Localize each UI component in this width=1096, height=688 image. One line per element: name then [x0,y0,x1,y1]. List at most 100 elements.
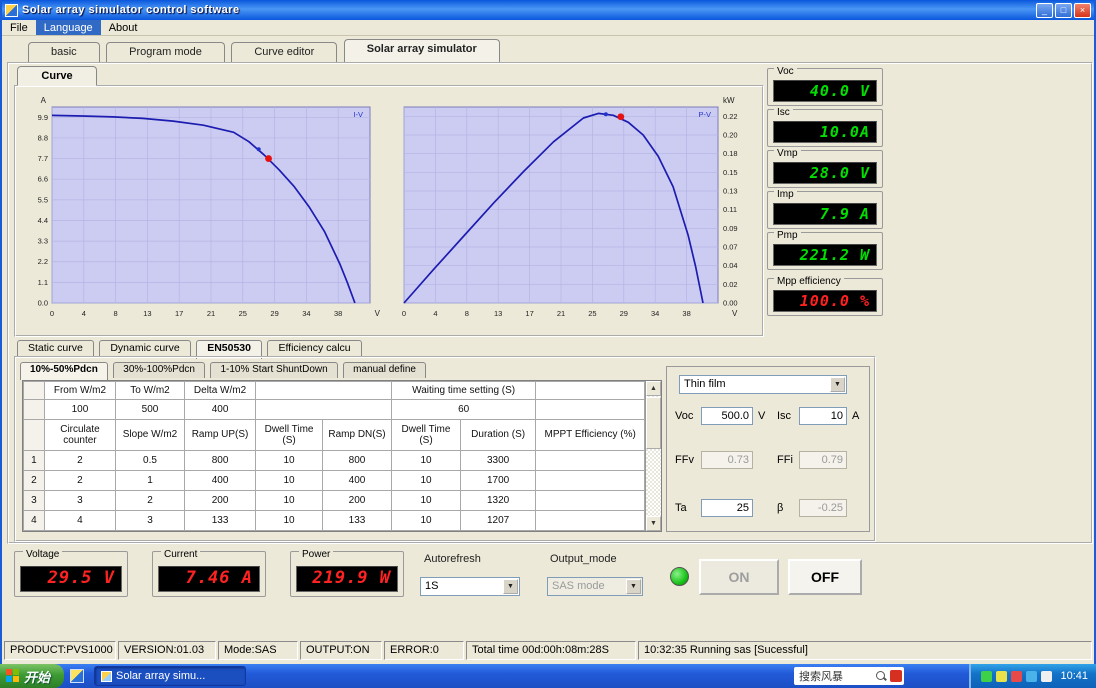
table-scrollbar[interactable]: ▲ ▼ [645,381,661,531]
maximize-button[interactable]: □ [1055,2,1072,18]
tray-icon[interactable] [1041,670,1053,682]
tab-1-10-start-shutdown[interactable]: 1-10% Start ShuntDown [210,362,338,378]
current-label: Current [161,550,201,560]
table-cell[interactable]: 10 [255,449,323,471]
tab-curve[interactable]: Curve [17,66,97,86]
isc-value: 10.0A [773,121,877,143]
table-cell[interactable]: 133 [322,509,392,532]
table-row[interactable]: 1 2 0.5 800 10 800 10 3300 [23,449,646,471]
isc-input[interactable] [799,407,847,425]
pmp-label: Pmp [774,231,801,241]
voc-input[interactable] [701,407,753,425]
status-product: PRODUCT:PVS1000 [4,641,116,660]
chevron-down-icon: ▼ [626,579,641,594]
table-cell[interactable]: 3300 [459,449,537,471]
table-cell[interactable] [535,509,646,532]
chevron-down-icon[interactable]: ▼ [503,579,518,594]
table-cell[interactable]: 10 [391,489,461,511]
tray-icon[interactable] [1011,670,1023,682]
from-value[interactable]: 100 [43,398,117,420]
tab-10-50-pdcn[interactable]: 10%-50%Pdcn [20,362,108,380]
table-cell[interactable]: 10 [255,469,323,491]
table-cell[interactable]: 10 [391,449,461,471]
autorefresh-select[interactable]: 1S ▼ [420,577,520,596]
table-cell[interactable]: 1 [115,469,185,491]
svg-text:0.09: 0.09 [723,224,738,233]
table-cell[interactable]: 800 [183,449,257,471]
svg-text:38: 38 [334,309,342,318]
table-cell[interactable]: 1207 [459,509,537,532]
col-to: To W/m2 [115,381,185,400]
autorefresh-label: Autorefresh [424,553,481,565]
taskbar-search-band[interactable]: 搜索风暴 [794,667,904,685]
film-type-select[interactable]: Thin film ▼ [679,375,847,394]
table-cell[interactable]: 0.5 [115,449,185,471]
table-cell[interactable]: 133 [183,509,257,532]
ta-input[interactable] [701,499,753,517]
waiting-value[interactable]: 60 [390,398,537,420]
close-button[interactable]: × [1074,2,1091,18]
table-cell[interactable]: 4 [43,509,117,532]
table-cell[interactable]: 800 [322,449,392,471]
menu-about[interactable]: About [101,20,146,35]
table-cell[interactable]: 10 [255,489,323,511]
minimize-button[interactable]: _ [1036,2,1053,18]
delta-value[interactable]: 400 [183,398,257,420]
table-cell[interactable]: 2 [43,449,117,471]
table-row[interactable]: 4 4 3 133 10 133 10 1207 [23,509,646,532]
isc-param-label: Isc [777,410,792,422]
film-type-value: Thin film [684,378,726,390]
tray-icon[interactable] [996,670,1008,682]
tray-icon[interactable] [1026,670,1038,682]
quick-launch-icon[interactable] [70,669,85,683]
svg-text:0.00: 0.00 [723,299,738,308]
off-button[interactable]: OFF [788,559,862,595]
ffv-label: FFv [675,454,694,466]
table-cell[interactable]: 1320 [459,489,537,511]
tab-static-curve[interactable]: Static curve [17,340,94,357]
scroll-up-icon[interactable]: ▲ [646,381,661,396]
table-cell[interactable]: 2 [115,489,185,511]
table-cell[interactable]: 3 [43,489,117,511]
tab-30-100-pdcn[interactable]: 30%-100%Pdcn [113,362,205,378]
table-cell[interactable] [535,469,646,491]
table-cell[interactable]: 10 [255,509,323,532]
to-value[interactable]: 500 [115,398,185,420]
scroll-down-icon[interactable]: ▼ [646,516,661,531]
task-button-solar-array[interactable]: Solar array simu... [94,666,247,686]
menu-language[interactable]: Language [35,20,101,35]
table-cell[interactable]: 200 [183,489,257,511]
tab-dynamic-curve[interactable]: Dynamic curve [99,340,191,357]
start-button[interactable]: 开始 [0,664,65,688]
menu-file[interactable]: File [2,20,36,35]
table-row[interactable]: 3 3 2 200 10 200 10 1320 [23,489,646,511]
windows-logo-icon [6,669,20,683]
on-button[interactable]: ON [699,559,779,595]
scrollbar-thumb[interactable] [646,397,661,449]
table-row[interactable]: 2 2 1 400 10 400 10 1700 [23,469,646,491]
status-total-time: Total time 00d:00h:08m:28S [466,641,636,660]
table-cell[interactable]: 1700 [459,469,537,491]
table-cell[interactable] [535,489,646,511]
svg-text:4.4: 4.4 [38,216,48,225]
search-icon[interactable] [875,670,887,682]
table-cell[interactable]: 10 [391,509,461,532]
table-cell[interactable]: 400 [183,469,257,491]
tab-solar-array-simulator[interactable]: Solar array simulator [343,39,500,62]
table-cell[interactable]: 3 [115,509,185,532]
svg-text:13: 13 [143,309,151,318]
tab-efficiency-calcu[interactable]: Efficiency calcu [267,340,362,357]
table-cell[interactable]: 10 [391,469,461,491]
tab-program-mode[interactable]: Program mode [106,42,225,62]
table-cell[interactable]: 400 [322,469,392,491]
tab-curve-editor[interactable]: Curve editor [231,42,338,62]
table-cell[interactable]: 2 [43,469,117,491]
tab-basic[interactable]: basic [28,42,100,62]
table-cell[interactable]: 200 [322,489,392,511]
taskbar: 开始 Solar array simu... 搜索风暴 10:41 [0,664,1096,688]
table-cell[interactable] [535,449,646,471]
screen: Solar array simulator control software _… [0,0,1096,688]
tray-icon[interactable] [981,670,993,682]
tab-manual-define[interactable]: manual define [343,362,426,378]
chevron-down-icon[interactable]: ▼ [830,377,845,392]
